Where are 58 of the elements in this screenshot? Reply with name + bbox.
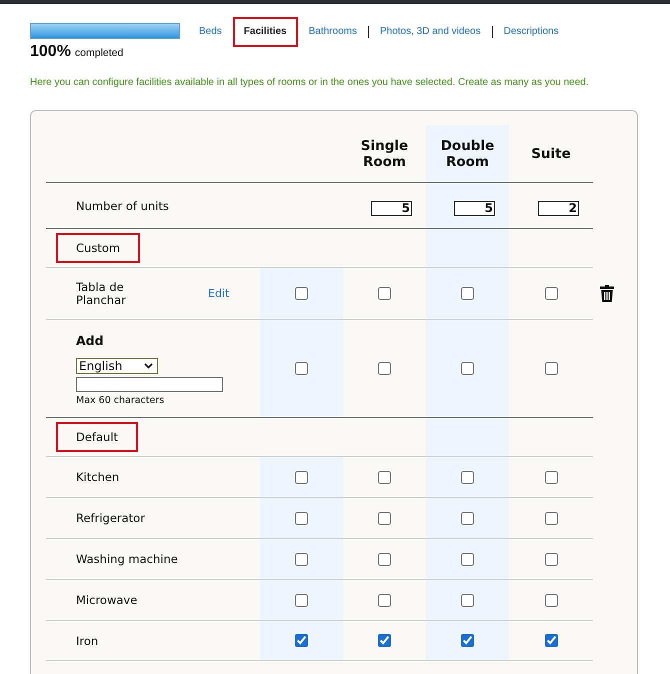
checkbox[interactable] [378,634,391,647]
checkbox[interactable] [295,287,308,300]
progress-caption: completed [74,47,124,60]
add-title: Add [76,333,104,348]
units-input[interactable]: 2 [538,200,579,216]
checkbox[interactable] [461,634,474,647]
checkbox[interactable] [544,512,558,524]
hint-text: Max 60 characters [76,395,164,407]
tab[interactable]: Bathrooms [298,17,368,47]
checkbox[interactable] [295,594,308,606]
tab[interactable]: Descriptions [492,17,570,47]
row-label: Number of units [76,198,169,212]
checkbox[interactable] [544,470,558,484]
tab[interactable]: Photos, 3D and videos [368,17,492,47]
tab[interactable]: Facilities [232,17,298,47]
checkbox[interactable] [461,552,474,566]
chevron-down-icon [144,363,153,369]
checkbox[interactable] [544,287,558,300]
checkbox[interactable] [295,512,308,524]
units-input[interactable]: 5 [371,200,412,216]
checkbox[interactable] [378,552,391,566]
row-label: Refrigerator [76,511,145,525]
checkbox[interactable] [461,287,474,300]
checkbox[interactable] [295,470,308,484]
row-label: Microwave [76,593,138,607]
row-label: Iron [76,634,98,648]
checkbox[interactable] [378,512,391,524]
checkbox[interactable] [461,362,474,375]
trash-icon[interactable] [600,284,614,302]
progress-percent: 100% [30,43,71,61]
row-label: Tabla de Planchar [76,280,127,306]
column-header: Double Room [440,138,496,170]
checkbox[interactable] [544,362,558,375]
checkbox[interactable] [544,594,558,606]
tab[interactable]: Beds [188,17,233,47]
checkbox[interactable] [378,470,391,484]
checkbox[interactable] [295,552,308,566]
checkbox[interactable] [378,287,391,300]
checkbox[interactable] [461,512,474,524]
row-label: Washing machine [76,552,178,566]
column-header: Single Room [360,138,410,170]
text-input-field[interactable] [76,377,223,392]
edit-link[interactable]: Edit [208,286,230,300]
units-input[interactable]: 5 [454,200,495,216]
checkbox[interactable] [295,362,308,375]
checkbox[interactable] [544,634,558,647]
checkbox[interactable] [295,634,308,647]
checkbox[interactable] [461,470,474,484]
intro-text: Here you can configure facilities available in all types of rooms or in the ones you have selected. Create as many as you need. [30,76,590,89]
checkbox[interactable] [461,594,474,606]
checkbox[interactable] [544,552,558,566]
column-header: Suite [530,146,572,162]
checkbox[interactable] [378,594,391,606]
checkbox[interactable] [378,362,391,375]
language-dropdown[interactable]: English [76,358,158,374]
section-title: Custom [56,233,140,263]
section-title: Default [56,422,138,452]
row-label: Kitchen [76,470,120,484]
